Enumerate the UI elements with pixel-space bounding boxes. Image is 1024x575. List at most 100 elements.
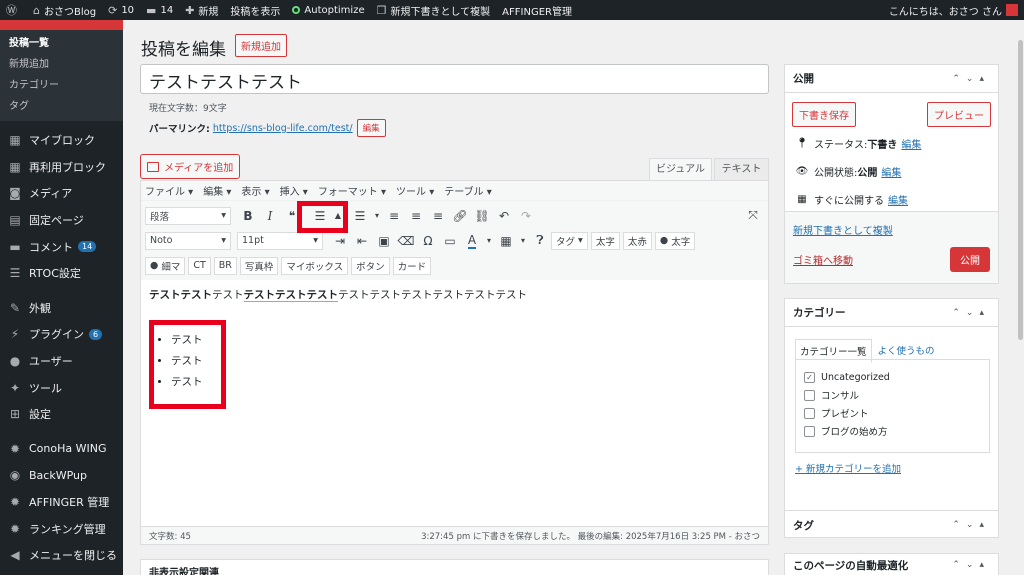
bold-person-button[interactable]: ● 太字	[654, 231, 696, 250]
menu-tools[interactable]: ツール ▾	[396, 183, 434, 198]
box-arrows-icon[interactable]: ⌃⌄▴	[952, 308, 990, 318]
category-box-header[interactable]: カテゴリー ⌃⌄▴	[785, 299, 998, 327]
tab-visual[interactable]: ビジュアル	[649, 158, 712, 180]
menu-edit[interactable]: 編集 ▾	[203, 183, 231, 198]
schedule-edit-link[interactable]: 編集	[888, 192, 908, 207]
post-title-input[interactable]: テストテストテスト	[140, 64, 769, 94]
font-family-select[interactable]: Noto ▾	[145, 231, 231, 250]
sidebar-item-9[interactable]: ✦ ツール	[0, 374, 123, 401]
sidebar-item-10[interactable]: ⊞ 設定	[0, 401, 123, 428]
preview-button[interactable]: プレビュー	[927, 102, 991, 127]
bold-style-button[interactable]: 太字	[590, 231, 620, 250]
sidebar-item-7[interactable]: ⚡ プラグイン 6	[0, 321, 123, 348]
save-draft-button[interactable]: 下書き保存	[792, 102, 856, 127]
button-button[interactable]: ボタン	[351, 256, 390, 275]
sidebar-item-13[interactable]: ✹ AFFINGER 管理	[0, 489, 123, 516]
sidebar-item-2[interactable]: ◙ メディア	[0, 180, 123, 207]
sidebar-item-posts[interactable]	[0, 20, 123, 30]
publish-box-header[interactable]: 公開 ⌃⌄▴	[785, 65, 998, 93]
fullscreen-button[interactable]: ⤧	[742, 206, 764, 226]
numbered-list-dropdown[interactable]: ▾	[371, 206, 383, 226]
menu-insert[interactable]: 挿入 ▾	[280, 183, 308, 198]
box-arrows-icon[interactable]: ⌃⌄▴	[952, 520, 990, 530]
italic-button[interactable]: I	[259, 206, 281, 226]
add-category-link[interactable]: + 新規カテゴリーを追加	[795, 461, 901, 475]
sidebar-item-12[interactable]: ◉ BackWPup	[0, 462, 123, 489]
new-content-link[interactable]: ✚ 新規	[179, 0, 224, 20]
menu-format[interactable]: フォーマット ▾	[318, 183, 386, 198]
box-arrows-icon[interactable]: ⌃⌄▴	[952, 560, 990, 570]
align-center-button[interactable]: ≡	[405, 206, 427, 226]
sidebar-item-3[interactable]: ▤ 固定ページ	[0, 207, 123, 234]
sidebar-item-14[interactable]: ✹ ランキング管理	[0, 515, 123, 542]
photo-frame-button[interactable]: 写真枠	[239, 256, 279, 275]
bold-button[interactable]: B	[237, 206, 259, 226]
indent-button[interactable]: ⇥	[329, 231, 351, 251]
submenu-categories[interactable]: カテゴリー	[0, 75, 123, 96]
duplicate-draft-link[interactable]: ❐ 新規下書きとして複製	[371, 0, 497, 20]
paste-text-button[interactable]: ▣	[373, 231, 395, 251]
submenu-add-new[interactable]: 新規追加	[0, 54, 123, 75]
category-item[interactable]: ✓ Uncategorized	[804, 368, 981, 386]
format-select[interactable]: 段落 ▾	[145, 206, 231, 225]
horizontal-line-button[interactable]: ▭	[439, 231, 461, 251]
link-button[interactable]: 🔗︎	[449, 206, 471, 226]
account-menu[interactable]: こんにちは、おさつ さん	[883, 0, 1024, 20]
category-item[interactable]: プレゼント	[804, 404, 981, 422]
sidebar-item-11[interactable]: ✹ ConoHa WING	[0, 436, 123, 463]
category-checkbox[interactable]	[804, 425, 815, 437]
duplicate-draft-link[interactable]: 新規下書きとして複製	[793, 222, 893, 237]
special-char-button[interactable]: Ω	[417, 231, 439, 251]
table-button[interactable]: ▦	[495, 231, 517, 251]
add-media-button[interactable]: メディアを追加	[140, 154, 241, 179]
sidebar-item-1[interactable]: ▦ 再利用ブロック	[0, 154, 123, 181]
sidebar-item-4[interactable]: ▬ コメント 14	[0, 233, 123, 260]
sidebar-item-8[interactable]: ● ユーザー	[0, 348, 123, 375]
help-button[interactable]: ❓︎	[529, 231, 551, 251]
wordpress-logo-icon[interactable]: Ⓦ	[0, 0, 27, 20]
redo-button[interactable]: ↷	[515, 206, 537, 226]
view-post-link[interactable]: 投稿を表示	[224, 0, 286, 20]
trash-link[interactable]: ゴミ箱へ移動	[793, 252, 853, 267]
text-color-dropdown[interactable]: ▾	[483, 231, 495, 251]
submenu-tags[interactable]: タグ	[0, 96, 123, 117]
hidden-settings-box[interactable]: 非表示設定関連	[140, 559, 769, 575]
page-scrollbar[interactable]	[1017, 40, 1024, 575]
menu-file[interactable]: ファイル ▾	[145, 183, 193, 198]
align-right-button[interactable]: ≡	[427, 206, 449, 226]
add-new-button[interactable]: 新規追加	[235, 34, 287, 57]
box-arrows-icon[interactable]: ⌃⌄▴	[952, 74, 990, 84]
table-dropdown[interactable]: ▾	[517, 231, 529, 251]
thin-marker-button[interactable]: ● 細マ	[145, 256, 186, 275]
menu-table[interactable]: テーブル ▾	[444, 183, 492, 198]
card-button[interactable]: カード	[392, 256, 432, 275]
autoptimize-link[interactable]: Autoptimize	[286, 0, 370, 20]
sidebar-item-6[interactable]: ✎ 外観	[0, 295, 123, 322]
text-color-button[interactable]: A	[461, 231, 483, 251]
bold-red-button[interactable]: 太赤	[622, 231, 652, 250]
clear-format-button[interactable]: ⌫	[395, 231, 417, 251]
sidebar-item-15[interactable]: ◀ メニューを閉じる	[0, 542, 123, 569]
permalink-edit-button[interactable]: 編集	[356, 119, 386, 137]
submenu-all-posts[interactable]: 投稿一覧	[0, 33, 123, 54]
category-checkbox[interactable]: ✓	[804, 371, 815, 383]
sidebar-item-0[interactable]: ▦ マイブロック	[0, 127, 123, 154]
visibility-edit-link[interactable]: 編集	[881, 164, 901, 179]
comments-link[interactable]: ▬ 14	[140, 0, 179, 20]
menu-view[interactable]: 表示 ▾	[241, 183, 269, 198]
tab-text[interactable]: テキスト	[714, 158, 769, 180]
br-button[interactable]: BR	[213, 256, 237, 275]
editor-content[interactable]: テストテストテストテストテストテストテストテストテストテストテストテスト テスト…	[141, 287, 768, 393]
category-checkbox[interactable]	[804, 389, 815, 401]
scrollbar-thumb[interactable]	[1018, 40, 1023, 340]
category-checkbox[interactable]	[804, 407, 815, 419]
permalink-url[interactable]: https://sns-blog-life.com/test/	[213, 123, 353, 134]
auto-optimize-header[interactable]: このページの自動最適化 ⌃⌄▴	[785, 554, 998, 575]
publish-button[interactable]: 公開	[950, 247, 990, 272]
affinger-link[interactable]: AFFINGER管理	[496, 0, 578, 20]
mybox-button[interactable]: マイボックス	[281, 256, 349, 275]
category-item[interactable]: ブログの始め方	[804, 422, 981, 440]
sidebar-item-5[interactable]: ☰ RTOC設定	[0, 260, 123, 287]
status-edit-link[interactable]: 編集	[901, 136, 921, 151]
tag-box-header[interactable]: タグ ⌃⌄▴	[785, 511, 998, 539]
